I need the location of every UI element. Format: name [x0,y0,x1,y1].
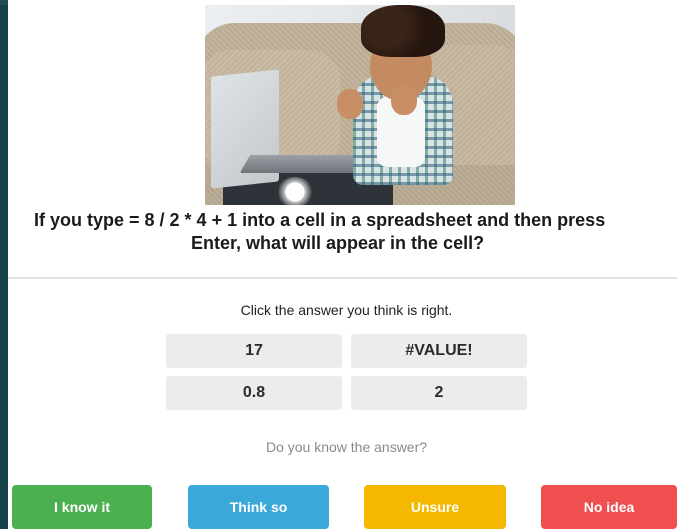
i-know-it-button[interactable]: I know it [12,485,152,529]
photo-child-hand-right [391,85,417,115]
question-photo [205,5,515,205]
answer-instruction: Click the answer you think is right. [240,302,453,318]
photo-laptop-base [239,155,371,173]
think-so-button[interactable]: Think so [188,485,329,529]
question-text: If you type = 8 / 2 * 4 + 1 into a cell … [34,209,677,255]
no-idea-button[interactable]: No idea [541,485,677,529]
question-line-1: If you type = 8 / 2 * 4 + 1 into a cell … [34,210,606,230]
divider [8,277,677,279]
answer-option-2[interactable]: #VALUE! [351,334,527,368]
photo-shoe [277,177,313,205]
answer-option-1[interactable]: 17 [166,334,342,368]
unsure-button[interactable]: Unsure [364,485,506,529]
confidence-prompt: Do you know the answer? [265,439,428,455]
quiz-page: If you type = 8 / 2 * 4 + 1 into a cell … [8,0,677,529]
photo-child-hand-left [337,89,363,119]
question-line-2: Enter, what will appear in the cell? [191,233,485,253]
answer-option-3[interactable]: 0.8 [166,376,342,410]
photo-child-hair [361,5,445,57]
answer-option-4[interactable]: 2 [351,376,527,410]
